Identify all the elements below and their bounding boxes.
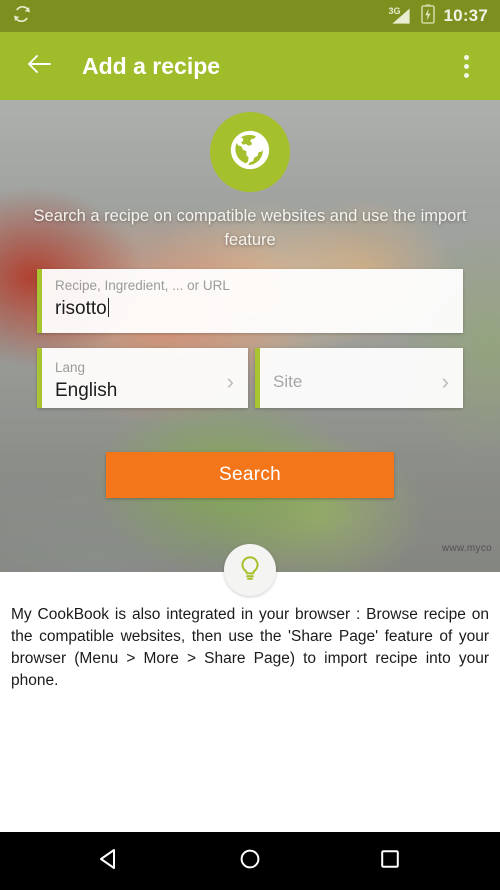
app-screen: 3G 10:37 Add a recipe www.myco Search a … [0,0,500,890]
status-bar-left [12,4,32,29]
globe-icon [227,127,273,178]
search-button[interactable]: Search [106,452,394,498]
hero-caption: Search a recipe on compatible websites a… [33,207,467,249]
photo-watermark: www.myco [441,543,492,554]
back-arrow-icon [26,53,52,80]
status-bar: 3G 10:37 [0,0,500,32]
sync-icon [12,4,32,29]
site-picker-placeholder: Site [273,371,303,391]
status-time: 10:37 [443,6,488,25]
nav-home-button[interactable] [223,838,277,884]
lang-picker-label: Lang [55,359,86,375]
status-bar-right: 3G 10:37 [388,3,488,29]
field-accent-bar [255,348,260,408]
signal-icon: 3G [388,6,412,25]
chevron-right-icon: › [226,368,234,394]
text-caret [107,298,110,318]
app-bar: Add a recipe [0,32,500,100]
chevron-right-icon: › [441,368,449,394]
back-button[interactable] [22,49,56,83]
search-input-label: Recipe, Ingredient, ... or URL [55,278,230,293]
field-accent-bar [37,348,42,408]
lang-picker[interactable]: Lang English › [37,348,248,408]
tip-text: My CookBook is also integrated in your b… [11,606,489,689]
lang-picker-value: English [55,379,118,401]
lightbulb-icon [237,554,263,587]
page-title: Add a recipe [82,52,221,79]
tip-badge [224,544,276,596]
site-picker[interactable]: Site › [255,348,463,408]
overflow-menu-icon[interactable] [450,46,482,86]
nav-home-icon [237,846,263,877]
system-navigation-bar [0,832,500,890]
search-input-value: risotto [55,296,449,323]
search-input[interactable]: Recipe, Ingredient, ... or URL risotto [37,269,463,333]
battery-charging-icon [420,3,435,29]
nav-recents-icon [377,846,403,877]
network-type-label: 3G [388,6,401,16]
globe-badge [210,112,290,192]
field-accent-bar [37,269,42,333]
nav-recents-button[interactable] [363,838,417,884]
nav-back-button[interactable] [83,838,137,884]
nav-back-icon [97,846,123,877]
